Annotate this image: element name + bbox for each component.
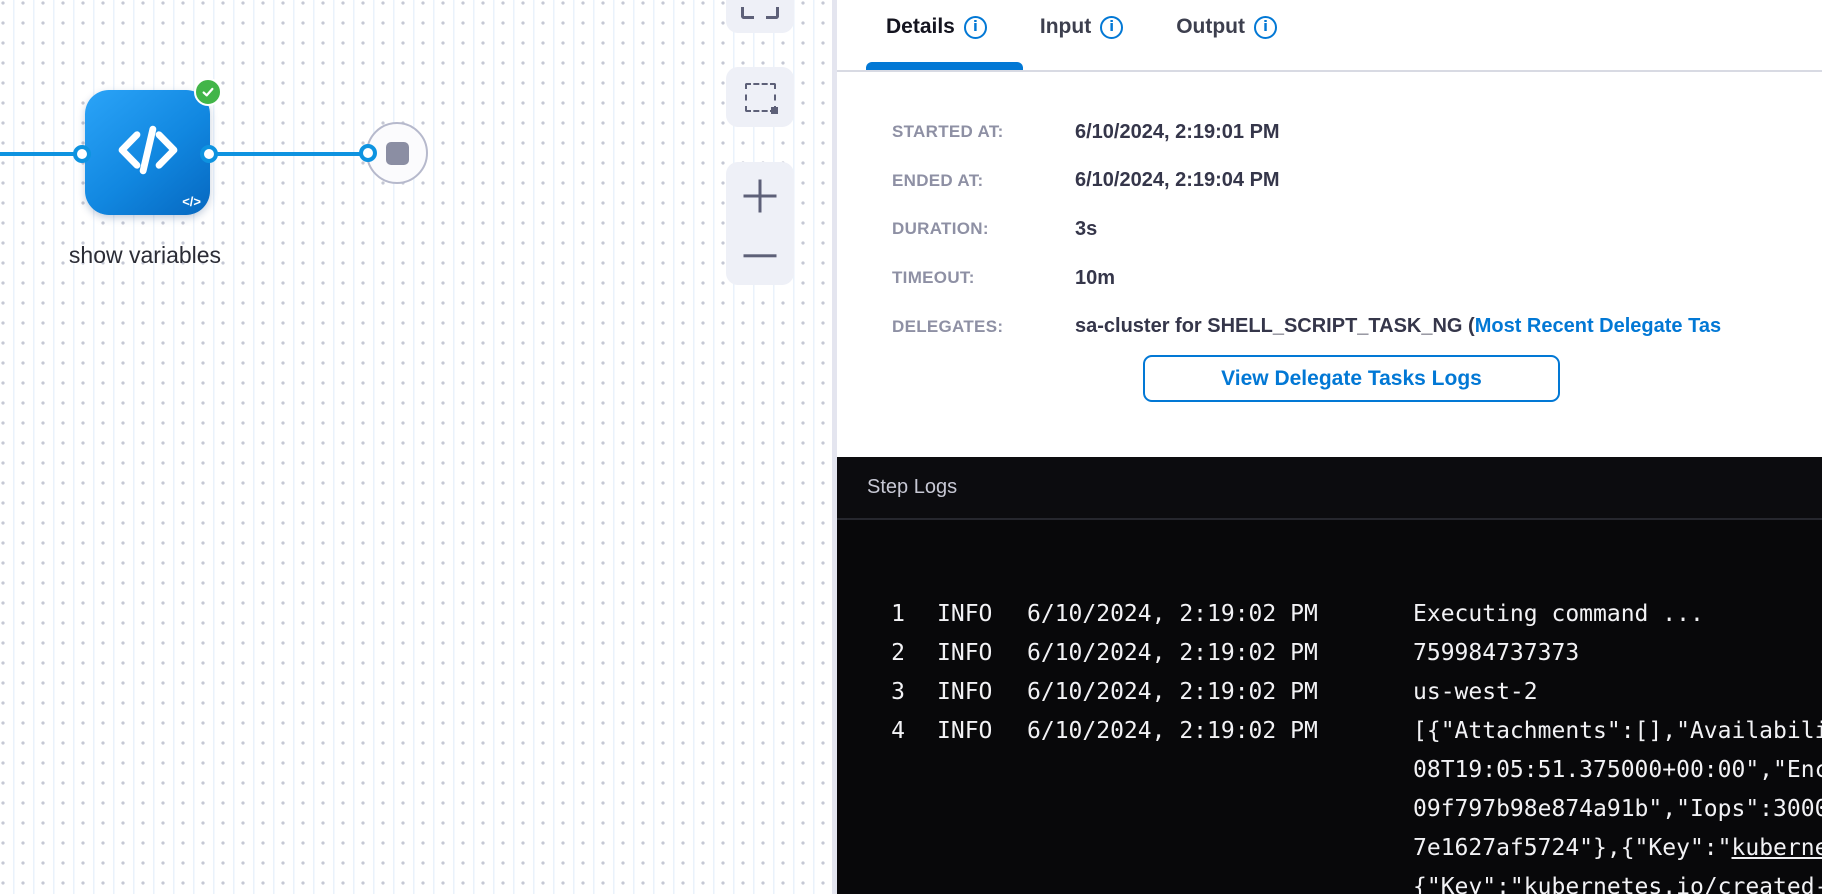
log-timestamp: 6/10/2024, 2:19:02 PM (1027, 718, 1319, 744)
detail-field-row: DELEGATES: sa-cluster for SHELL_SCRIPT_T… (892, 302, 1822, 351)
info-icon[interactable] (964, 16, 987, 39)
log-line-number: 4 (885, 718, 905, 744)
detail-field-value: 6/10/2024, 2:19:04 PM (1075, 169, 1280, 192)
log-line-number: 3 (885, 679, 905, 705)
detail-field-value: 3s (1075, 218, 1097, 241)
log-body: 1 INFO 6/10/2024, 2:19:02 PM Executing c… (837, 520, 1822, 894)
success-check-icon (194, 78, 222, 106)
log-row: 08T19:05:51.375000+00:00","Enc (837, 750, 1822, 789)
info-icon[interactable] (1100, 16, 1123, 39)
log-level: INFO (937, 718, 993, 744)
log-level: INFO (937, 640, 993, 666)
log-message: {"Key":"kubernetes.io/created- (1413, 874, 1822, 894)
zoom-controls[interactable] (726, 162, 794, 285)
tab-details[interactable]: Details (886, 15, 987, 39)
log-row: 7e1627af5724"},{"Key":"kuberne (837, 828, 1822, 867)
fit-to-screen-icon (741, 7, 779, 19)
detail-field-label: TIMEOUT: (892, 268, 1075, 288)
log-message: 759984737373 (1413, 640, 1579, 666)
detail-field-label: DELEGATES: (892, 317, 1075, 337)
tab-output[interactable]: Output (1176, 15, 1277, 39)
log-row: 3 INFO 6/10/2024, 2:19:02 PM us-west-2 (837, 672, 1822, 711)
detail-field-row: TIMEOUT: 10m (892, 254, 1822, 303)
detail-field-label: ENDED AT: (892, 171, 1075, 191)
zoom-out-icon[interactable] (744, 254, 777, 257)
step-details-panel: Details Input Output STARTED AT: 6/10/20… (837, 0, 1822, 457)
detail-field-row: ENDED AT: 6/10/2024, 2:19:04 PM (892, 157, 1822, 206)
info-icon[interactable] (1254, 16, 1277, 39)
log-row: 4 INFO 6/10/2024, 2:19:02 PM [{"Attachme… (837, 711, 1822, 750)
log-row: 1 INFO 6/10/2024, 2:19:02 PM Executing c… (837, 594, 1822, 633)
view-delegate-tasks-logs-button[interactable]: View Delegate Tasks Logs (1143, 355, 1560, 402)
log-timestamp: 6/10/2024, 2:19:02 PM (1027, 640, 1319, 666)
stop-icon (386, 142, 409, 165)
details-fields: STARTED AT: 6/10/2024, 2:19:01 PM ENDED … (892, 108, 1822, 351)
shell-script-type-icon: </> (182, 194, 201, 209)
log-message: us-west-2 (1413, 679, 1538, 705)
log-timestamp: 6/10/2024, 2:19:02 PM (1027, 601, 1319, 627)
detail-field-value: 6/10/2024, 2:19:01 PM (1075, 121, 1280, 144)
detail-field-value: 10m (1075, 267, 1115, 290)
log-row: 2 INFO 6/10/2024, 2:19:02 PM 75998473737… (837, 633, 1822, 672)
log-line-number: 2 (885, 640, 905, 666)
log-line-number: 1 (885, 601, 905, 627)
detail-field-label: STARTED AT: (892, 122, 1075, 142)
detail-field-row: STARTED AT: 6/10/2024, 2:19:01 PM (892, 108, 1822, 157)
zoom-in-icon[interactable] (744, 180, 777, 213)
log-message: 09f797b98e874a91b","Iops":3000 (1413, 796, 1822, 822)
tab-label: Output (1176, 15, 1245, 39)
delegate-selection-logs-link[interactable]: Most Recent Delegate Tas (1475, 315, 1721, 337)
marquee-select-icon (745, 83, 776, 112)
details-tabs: Details Input Output (837, 0, 1822, 54)
log-level: INFO (937, 601, 993, 627)
pipeline-execution-view: </> show variables (0, 0, 1822, 894)
log-row: 09f797b98e874a91b","Iops":3000 (837, 789, 1822, 828)
detail-field-row: DURATION: 3s (892, 205, 1822, 254)
pipeline-canvas[interactable]: </> show variables (0, 0, 832, 894)
tab-input[interactable]: Input (1040, 15, 1123, 39)
detail-field-label: DURATION: (892, 219, 1075, 239)
node-input-port (73, 145, 91, 163)
log-level: INFO (937, 679, 993, 705)
marquee-select-button[interactable] (726, 67, 794, 127)
code-icon (109, 111, 187, 194)
log-row: {"Key":"kubernetes.io/created- (837, 867, 1822, 894)
tabs-divider (837, 70, 1822, 72)
log-timestamp: 6/10/2024, 2:19:02 PM (1027, 679, 1319, 705)
end-node-port (359, 144, 377, 162)
node-output-port (200, 145, 218, 163)
step-logs-title: Step Logs (867, 476, 957, 499)
step-logs-console[interactable]: Step Logs 1 INFO 6/10/2024, 2:19:02 PM E… (837, 457, 1822, 894)
step-node-show-variables[interactable]: </> (85, 90, 210, 215)
log-message-link[interactable]: kuberne (1732, 835, 1822, 861)
tab-label: Input (1040, 15, 1091, 39)
tab-label: Details (886, 15, 955, 39)
log-message: Executing command ... (1413, 601, 1704, 627)
fit-to-screen-button[interactable] (726, 0, 794, 33)
step-logs-header: Step Logs (837, 457, 1822, 520)
detail-field-value: sa-cluster for SHELL_SCRIPT_TASK_NG (Mos… (1075, 315, 1721, 338)
node-label: show variables (0, 242, 305, 269)
log-message: [{"Attachments":[],"Availabili (1413, 718, 1822, 744)
log-message: 7e1627af5724"},{"Key":"kuberne (1413, 835, 1822, 861)
log-message: 08T19:05:51.375000+00:00","Enc (1413, 757, 1822, 783)
